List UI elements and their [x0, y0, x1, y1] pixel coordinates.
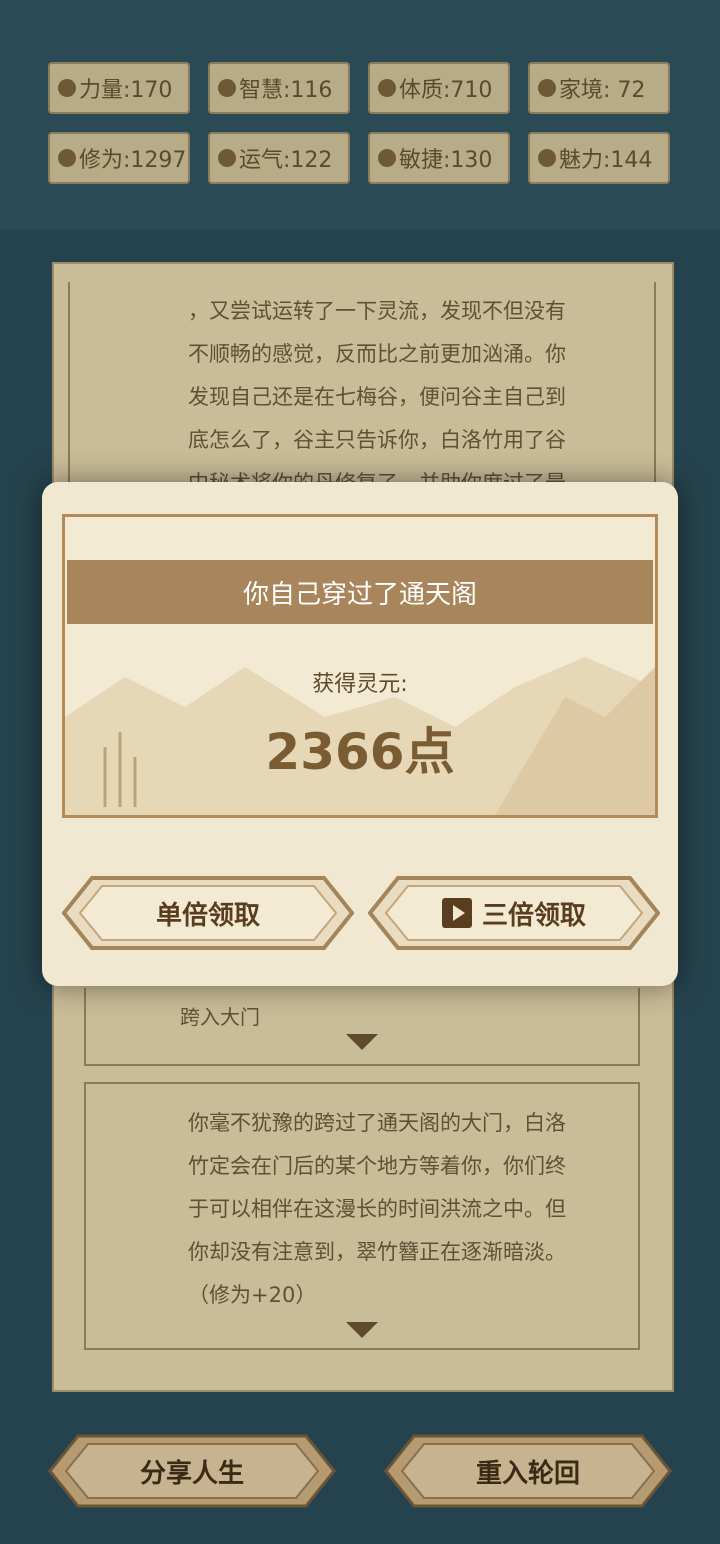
reward-label: 获得灵元: [312, 672, 408, 697]
video-play-icon [441, 898, 472, 928]
reward-dialog: 你自己穿过了通天阁 获得灵元: 2366点 单倍领取 三倍领取 [42, 482, 678, 986]
reward-value: 2366点 [265, 723, 455, 781]
single-claim-button[interactable]: 单倍领取 [62, 876, 354, 950]
triple-claim-content: 三倍领取 [441, 895, 586, 932]
single-claim-label: 单倍领取 [155, 900, 260, 931]
dialog-title: 你自己穿过了通天阁 [67, 560, 653, 624]
triple-claim-label: 三倍领取 [481, 900, 586, 931]
triple-claim-button[interactable]: 三倍领取 [368, 876, 660, 950]
